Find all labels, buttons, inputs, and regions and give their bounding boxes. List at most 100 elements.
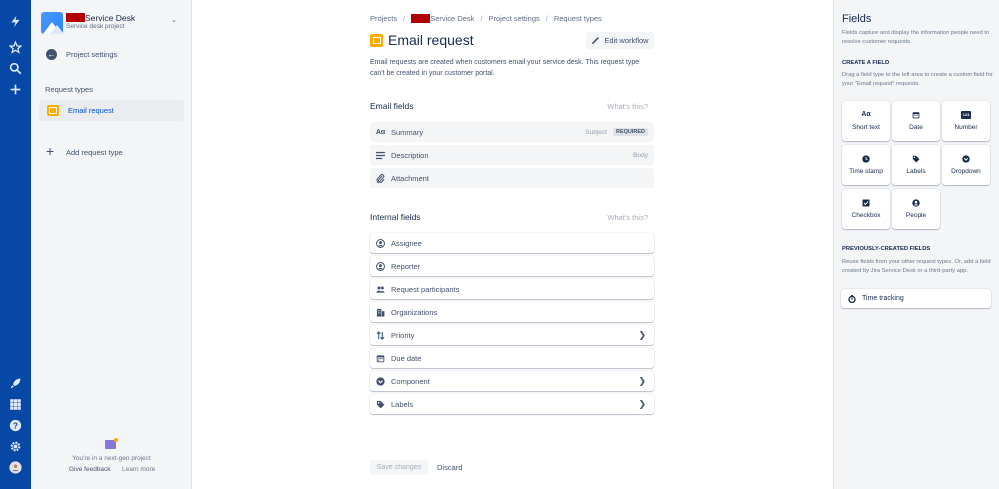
breadcrumb-project-settings[interactable]: Project settings (488, 14, 539, 23)
field-row-summary[interactable]: Aα Summary Subject REQUIRED (370, 122, 654, 142)
give-feedback-link[interactable]: Give feedback (69, 466, 111, 473)
field-type-label: Labels (906, 168, 926, 175)
field-label: Reporter (391, 261, 421, 271)
field-row-priority[interactable]: Priority ❯ (370, 325, 654, 345)
chevron-right-icon[interactable]: ❯ (638, 376, 646, 387)
breadcrumb-separator: / (480, 14, 483, 23)
svg-text:?: ? (13, 421, 18, 430)
field-row-due-date[interactable]: Due date (370, 348, 654, 368)
field-label: Priority (391, 330, 415, 340)
field-type-label: Date (909, 124, 923, 131)
global-navigation: ? (0, 0, 31, 489)
discard-button[interactable]: Discard (437, 463, 462, 472)
previous-field-time-tracking[interactable]: Time tracking (841, 289, 991, 308)
add-request-type-button[interactable]: Add request type (66, 148, 123, 157)
field-type-labels[interactable]: Labels (892, 145, 940, 185)
field-label: Attachment (391, 173, 429, 183)
project-sidebar: Service Desk Service desk project ⌄ ← Pr… (31, 0, 192, 489)
paperclip-icon (376, 173, 385, 183)
field-label: Request participants (391, 284, 460, 294)
redacted-project-prefix (411, 14, 431, 23)
internal-fields-whats-this-link[interactable]: What's this? (607, 213, 648, 222)
next-gen-notice: You're in a next-gen project (72, 455, 151, 462)
chevron-right-icon[interactable]: ❯ (638, 399, 646, 410)
field-type-people[interactable]: People (892, 189, 940, 229)
search-icon[interactable] (7, 60, 23, 76)
field-mapping: Subject (585, 128, 607, 136)
rocket-icon[interactable] (7, 375, 23, 391)
plus-icon[interactable]: + (46, 144, 54, 158)
star-icon[interactable] (7, 39, 23, 55)
person-circle-icon (376, 261, 385, 271)
project-type: Service desk project (66, 23, 125, 30)
field-label: Labels (391, 399, 414, 409)
field-row-reporter[interactable]: Reporter (370, 256, 654, 276)
edit-workflow-button[interactable]: Edit workflow (586, 32, 654, 49)
field-type-label: Dropdown (951, 168, 981, 175)
email-request-icon (370, 34, 383, 47)
page-description: Email requests are created when customer… (370, 59, 640, 77)
request-types-heading: Request types (45, 85, 93, 94)
priority-arrows-icon (376, 330, 385, 340)
dropdown-icon (376, 376, 385, 386)
settings-gear-icon[interactable] (7, 438, 23, 454)
sidebar-item-label: Email request (68, 106, 114, 115)
breadcrumb: Projects / Service Desk / Project settin… (370, 14, 602, 23)
field-row-component[interactable]: Component ❯ (370, 371, 654, 391)
office-building-icon (376, 308, 385, 317)
fields-panel-title: Fields (842, 13, 872, 25)
chevron-right-icon[interactable]: ❯ (638, 330, 646, 341)
field-type-checkbox[interactable]: Checkbox (842, 189, 890, 229)
field-type-dropdown[interactable]: Dropdown (942, 145, 990, 185)
help-icon[interactable]: ? (7, 417, 23, 433)
learn-more-link[interactable]: Learn more (122, 466, 155, 473)
paragraph-icon (376, 151, 385, 160)
create-plus-icon[interactable] (7, 81, 23, 97)
breadcrumb-projects[interactable]: Projects (370, 14, 397, 23)
project-avatar (41, 12, 63, 34)
field-row-request-participants[interactable]: Request participants (370, 279, 654, 299)
fields-panel-description: Fields capture and display the informati… (842, 30, 990, 45)
calendar-icon (912, 112, 920, 119)
previous-fields-description: Reuse fields from your other request typ… (842, 259, 991, 274)
internal-fields-heading: Internal fields (370, 212, 421, 222)
sidebar-item-email-request[interactable]: Email request (39, 100, 184, 121)
field-type-number[interactable]: 123 Number (942, 101, 990, 141)
text-icon: Aα (375, 128, 386, 136)
breadcrumb-separator: / (545, 14, 548, 23)
dropdown-icon (962, 155, 970, 163)
field-label: Assignee (391, 238, 422, 248)
tag-icon (912, 155, 920, 163)
field-row-attachment[interactable]: Attachment (370, 168, 654, 188)
field-type-label: Short text (852, 124, 880, 131)
jira-logo-icon[interactable] (7, 13, 23, 29)
field-row-assignee[interactable]: Assignee (370, 233, 654, 253)
field-row-labels[interactable]: Labels ❯ (370, 394, 654, 414)
field-label: Summary (391, 127, 424, 137)
field-type-time-stamp[interactable]: Time stamp (842, 145, 890, 185)
app-switcher-icon[interactable] (7, 396, 23, 412)
previous-fields-heading: PREVIOUSLY-CREATED FIELDS (842, 246, 931, 252)
required-badge: REQUIRED (612, 128, 648, 136)
field-type-short-text[interactable]: Aα Short text (842, 101, 890, 141)
project-settings-link[interactable]: Project settings (66, 50, 117, 59)
field-label: Due date (391, 353, 422, 363)
breadcrumb-request-types[interactable]: Request types (554, 14, 602, 23)
field-type-date[interactable]: Date (892, 101, 940, 141)
project-name[interactable]: Service Desk (85, 13, 135, 23)
field-row-organizations[interactable]: Organizations (370, 302, 654, 322)
field-mapping: Body (633, 151, 648, 159)
back-arrow-icon[interactable]: ← (46, 49, 57, 60)
field-row-description[interactable]: Description Body (370, 145, 654, 165)
fields-panel: Fields Fields capture and display the in… (833, 0, 999, 489)
breadcrumb-separator: / (403, 14, 406, 23)
save-changes-button[interactable]: Save changes (370, 460, 428, 475)
email-fields-whats-this-link[interactable]: What's this? (607, 102, 648, 111)
chevron-down-icon[interactable]: ⌄ (171, 16, 177, 24)
avatar[interactable] (7, 459, 23, 475)
calendar-icon (376, 354, 385, 363)
person-circle-icon (912, 199, 920, 207)
breadcrumb-project[interactable]: Service Desk (430, 14, 474, 23)
checkbox-icon (862, 199, 870, 207)
edit-workflow-label: Edit workflow (604, 36, 649, 45)
